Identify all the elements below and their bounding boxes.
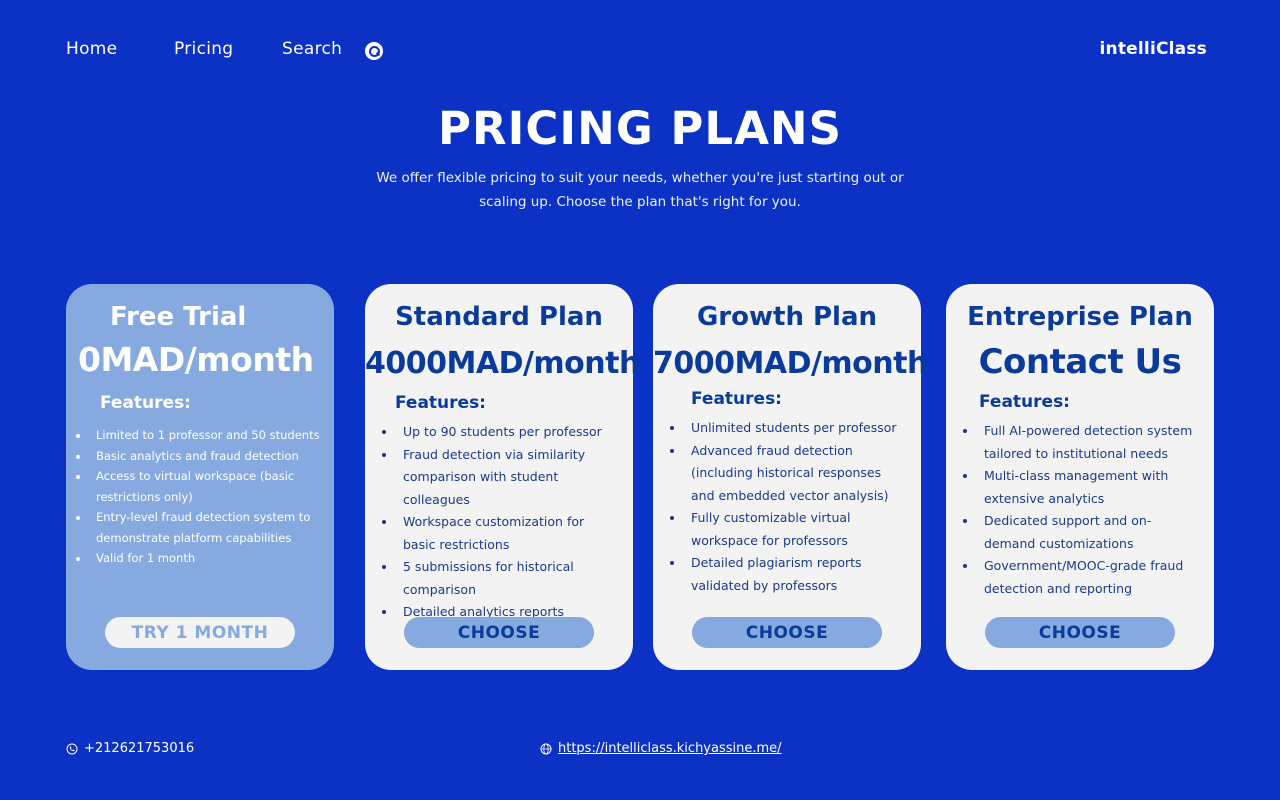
feature-item: Multi-class management with extensive an… bbox=[978, 465, 1200, 510]
footer-phone: +212621753016 bbox=[66, 741, 194, 756]
feature-item: Basic analytics and fraud detection bbox=[90, 446, 320, 467]
feature-item: Fraud detection via similarity compariso… bbox=[397, 444, 619, 512]
features-heading: Features: bbox=[691, 389, 782, 409]
phone-icon bbox=[66, 743, 78, 754]
nav-search-link[interactable]: Search bbox=[282, 39, 342, 59]
plan-price: Contact Us bbox=[978, 342, 1182, 382]
feature-item: Up to 90 students per professor bbox=[397, 421, 619, 444]
choose-enterprise-button[interactable]: CHOOSE bbox=[985, 617, 1175, 648]
plan-card-free-trial: Free Trial 0MAD/month Features: Limited … bbox=[66, 284, 334, 670]
features-heading: Features: bbox=[100, 393, 191, 413]
feature-list: Full AI-powered detection system tailore… bbox=[946, 420, 1214, 600]
feature-list: Limited to 1 professor and 50 students B… bbox=[66, 425, 334, 569]
plan-card-growth: Growth Plan 7000MAD/month Features: Unli… bbox=[653, 284, 928, 670]
features-heading: Features: bbox=[395, 393, 486, 413]
page-subtitle: We offer flexible pricing to suit your n… bbox=[376, 170, 904, 210]
plan-card-standard: Standard Plan 4000MAD/month Features: Up… bbox=[365, 284, 640, 670]
footer-website: https://intelliclass.kichyassine.me/ bbox=[540, 741, 782, 756]
brand-logo-text[interactable]: intelliClass bbox=[1100, 39, 1207, 59]
website-link[interactable]: https://intelliclass.kichyassine.me/ bbox=[558, 741, 782, 756]
plan-price: 4000MAD/month bbox=[365, 346, 640, 381]
plan-price: 0MAD/month bbox=[78, 340, 314, 379]
feature-item: Valid for 1 month bbox=[90, 548, 320, 569]
feature-list: Unlimited students per professor Advance… bbox=[653, 417, 921, 597]
pricing-page: Home Pricing Search intelliClass PRICING… bbox=[0, 0, 1280, 800]
feature-item: Limited to 1 professor and 50 students bbox=[90, 425, 320, 446]
nav-pricing-link[interactable]: Pricing bbox=[174, 39, 233, 59]
choose-standard-button[interactable]: CHOOSE bbox=[404, 617, 594, 648]
feature-item: Full AI-powered detection system tailore… bbox=[978, 420, 1200, 465]
features-heading: Features: bbox=[979, 392, 1070, 412]
phone-number: +212621753016 bbox=[84, 741, 195, 756]
globe-icon bbox=[540, 743, 552, 754]
feature-item: Entry-level fraud detection system to de… bbox=[90, 507, 320, 548]
feature-item: 5 submissions for historical comparison bbox=[397, 556, 619, 601]
feature-item: Workspace customization for basic restri… bbox=[397, 511, 619, 556]
feature-item: Government/MOOC-grade fraud detection an… bbox=[978, 555, 1200, 600]
choose-growth-button[interactable]: CHOOSE bbox=[692, 617, 882, 648]
feature-item: Detailed plagiarism reports validated by… bbox=[685, 552, 907, 597]
plan-card-enterprise: Entreprise Plan Contact Us Features: Ful… bbox=[946, 284, 1214, 670]
feature-list: Up to 90 students per professor Fraud de… bbox=[365, 421, 633, 624]
plan-price: 7000MAD/month bbox=[653, 346, 928, 381]
nav-home-link[interactable]: Home bbox=[66, 39, 117, 59]
feature-item: Advanced fraud detection (including hist… bbox=[685, 440, 907, 508]
feature-item: Fully customizable virtual workspace for… bbox=[685, 507, 907, 552]
page-title: PRICING PLANS bbox=[438, 102, 842, 155]
plan-name: Free Trial bbox=[110, 302, 247, 332]
feature-item: Access to virtual workspace (basic restr… bbox=[90, 466, 320, 507]
feature-item: Unlimited students per professor bbox=[685, 417, 907, 440]
plan-name: Entreprise Plan bbox=[967, 302, 1193, 332]
feature-item: Dedicated support and on-demand customiz… bbox=[978, 510, 1200, 555]
try-one-month-button[interactable]: TRY 1 MONTH bbox=[105, 617, 295, 648]
search-icon[interactable] bbox=[365, 42, 383, 60]
plan-name: Standard Plan bbox=[395, 302, 603, 332]
plan-name: Growth Plan bbox=[696, 302, 878, 332]
